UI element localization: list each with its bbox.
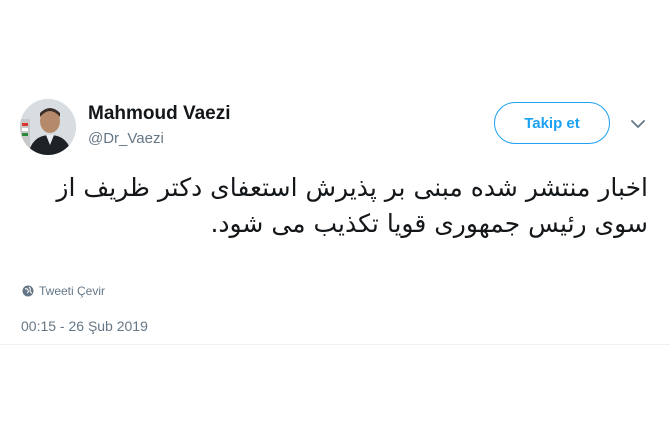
chevron-down-icon[interactable] <box>630 117 646 129</box>
user-handle[interactable]: @Dr_Vaezi <box>88 130 164 147</box>
divider <box>0 344 670 345</box>
translate-tweet-link[interactable]: Tweeti Çevir <box>22 284 105 298</box>
tweet-card: Mahmoud Vaezi @Dr_Vaezi Takip et اخبار م… <box>0 0 670 446</box>
user-name[interactable]: Mahmoud Vaezi <box>88 103 231 125</box>
translate-label: Tweeti Çevir <box>39 284 106 298</box>
tweet-timestamp[interactable]: 00:15 - 26 Şub 2019 <box>21 318 148 334</box>
globe-icon <box>22 285 34 297</box>
avatar[interactable] <box>20 99 76 155</box>
follow-button[interactable]: Takip et <box>494 102 610 144</box>
tweet-text: اخبار منتشر شده مبنی بر پذیرش استعفای دک… <box>56 173 648 238</box>
